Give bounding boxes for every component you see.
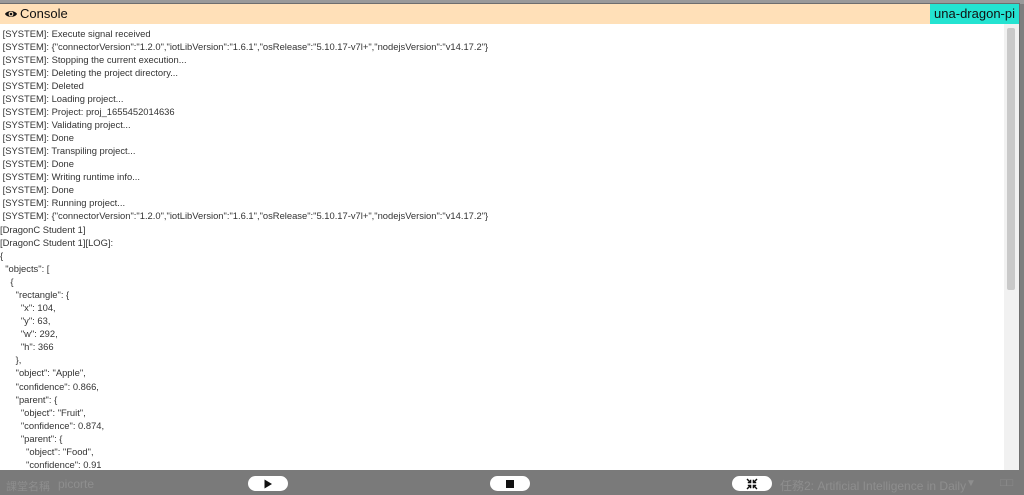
stop-icon: [506, 479, 514, 488]
log-line: {: [0, 276, 14, 287]
log-line: [SYSTEM]: Writing runtime info...: [0, 171, 140, 182]
log-line: [SYSTEM]: Loading project...: [0, 93, 124, 104]
log-line: [SYSTEM]: Validating project...: [0, 119, 131, 130]
classroom-label: 課堂名稱: [6, 481, 50, 493]
log-line: [SYSTEM]: Done: [0, 158, 74, 169]
task-selector[interactable]: 任務2: Artificial Intelligence in Daily: [780, 477, 966, 494]
log-line: "object": "Fruit",: [0, 407, 86, 418]
log-line: [SYSTEM]: Stopping the current execution…: [0, 54, 187, 65]
device-badge[interactable]: una-dragon-pi: [930, 4, 1019, 24]
log-line: [SYSTEM]: Deleting the project directory…: [0, 67, 179, 78]
eye-icon: [4, 7, 18, 21]
log-line: "confidence": 0.866,: [0, 381, 99, 392]
log-line: [SYSTEM]: Transpiling project...: [0, 145, 136, 156]
log-line: [SYSTEM]: Execute signal received: [0, 28, 151, 39]
run-button[interactable]: [248, 476, 288, 491]
classroom-value: picorte: [58, 477, 95, 491]
vertical-scrollbar[interactable]: [1004, 24, 1019, 470]
chevron-down-icon: ▼: [966, 478, 976, 489]
log-line: "y": 63,: [0, 315, 51, 326]
log-line: [SYSTEM]: Project: proj_1655452014636: [0, 106, 175, 117]
log-line: [SYSTEM]: {"connectorVersion":"1.2.0","i…: [0, 210, 489, 221]
log-line: "w": 292,: [0, 328, 58, 339]
stop-button[interactable]: [490, 476, 530, 491]
log-line: [DragonC Student 1][LOG]:: [0, 237, 114, 248]
log-line: "confidence": 0.874,: [0, 420, 105, 431]
log-line: [SYSTEM]: Deleted: [0, 80, 84, 91]
log-line: "confidence": 0.91: [0, 459, 102, 470]
log-line: "parent": {: [0, 433, 63, 444]
console-window: Console una-dragon-pi [SYSTEM]: Execute …: [0, 4, 1019, 470]
log-line: "object": "Food",: [0, 446, 94, 457]
scrollbar-thumb[interactable]: [1007, 28, 1015, 290]
console-header: Console una-dragon-pi: [0, 4, 1019, 24]
log-line: [SYSTEM]: Done: [0, 132, 74, 143]
log-line: [SYSTEM]: Running project...: [0, 197, 126, 208]
log-line: "x": 104,: [0, 302, 56, 313]
log-line: {: [0, 250, 4, 261]
log-line: [SYSTEM]: {"connectorVersion":"1.2.0","i…: [0, 41, 489, 52]
log-line: "objects": [: [0, 263, 50, 274]
faded-icon: □□: [1000, 477, 1014, 489]
log-line: "h": 366: [0, 341, 54, 352]
log-line: "parent": {: [0, 394, 58, 405]
collapse-arrows-icon: [746, 478, 758, 489]
play-icon: [264, 479, 272, 488]
log-line: [SYSTEM]: Done: [0, 184, 74, 195]
log-line: [DragonC Student 1]: [0, 224, 86, 235]
log-line: "rectangle": {: [0, 289, 70, 300]
log-area[interactable]: [SYSTEM]: Execute signal received [SYSTE…: [0, 24, 1004, 470]
bottom-toolbar: 課堂名稱 picorte 任務2: Artificial Intelligenc…: [0, 470, 1024, 495]
collapse-console-button[interactable]: [732, 476, 772, 491]
log-line: },: [0, 354, 22, 365]
log-line: "object": "Apple",: [0, 367, 86, 378]
console-title: Console: [20, 6, 68, 21]
